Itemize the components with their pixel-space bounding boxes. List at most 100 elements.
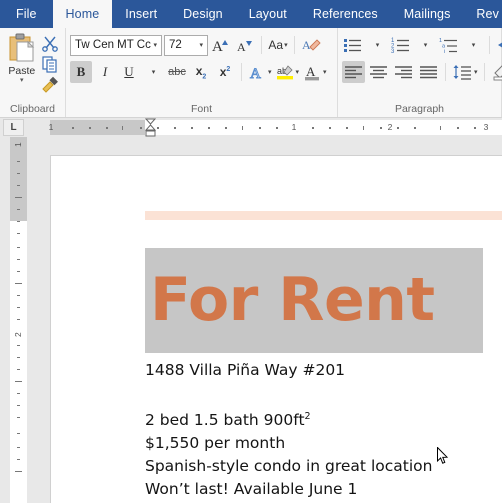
line-spacing-chevron-down-icon[interactable]: ▾ — [474, 68, 478, 76]
paste-icon — [9, 33, 35, 62]
numbering-button[interactable]: 1 2 3 — [390, 34, 412, 56]
italic-button[interactable]: I — [94, 61, 116, 83]
superscript-button[interactable]: x2 — [214, 61, 236, 83]
tab-home[interactable]: Home — [52, 0, 113, 28]
superscript-icon: x2 — [219, 65, 231, 79]
detail-line-3[interactable]: Won’t last! Available June 1 — [145, 478, 432, 501]
ribbon-tab-bar: File Home Insert Design Layout Reference… — [0, 0, 502, 28]
ruler-number-3: 3 — [483, 122, 489, 132]
text-effects-button[interactable]: A ▾ — [247, 61, 273, 83]
shading-icon — [493, 65, 502, 81]
highlight-icon: ab — [276, 65, 293, 80]
detail-line-1[interactable]: $1,550 per month — [145, 432, 432, 455]
detail-line-2[interactable]: Spanish-style condo in great location — [145, 455, 432, 478]
document-workspace[interactable]: 1 2 2 For Rent 1488 Villa Piñ — [0, 137, 502, 503]
bullets-chevron-down-icon[interactable]: ▾ — [376, 41, 380, 49]
align-left-icon — [345, 66, 362, 79]
bold-button[interactable]: B — [70, 61, 92, 83]
subscript-button[interactable]: x2 — [190, 61, 212, 83]
clear-formatting-button[interactable]: A — [300, 34, 322, 56]
document-title[interactable]: For Rent — [150, 248, 435, 353]
align-right-button[interactable] — [392, 61, 415, 83]
change-case-chevron-down-icon[interactable]: ▾ — [284, 41, 288, 49]
paste-button[interactable]: Paste ▾ — [4, 31, 40, 102]
svg-text:i: i — [444, 49, 445, 54]
copy-icon[interactable] — [41, 55, 59, 73]
align-center-button[interactable] — [367, 61, 390, 83]
font-size-chevron-down-icon[interactable]: ▾ — [197, 41, 205, 49]
multilevel-chevron-down-icon[interactable]: ▾ — [472, 41, 476, 49]
document-body[interactable]: 1488 Villa Piña Way #201 2 bed 1.5 bath … — [145, 359, 432, 501]
text-effects-chevron-down-icon[interactable]: ▾ — [268, 68, 272, 76]
indent-marker[interactable] — [144, 118, 157, 137]
text-highlight-button[interactable]: ab ▾ — [275, 61, 301, 83]
ruler-strip[interactable]: 1 1 2 3 — [48, 120, 502, 135]
font-color-button[interactable]: A ▾ — [302, 61, 328, 83]
shrink-font-button[interactable]: A — [234, 34, 256, 56]
italic-label: I — [102, 64, 108, 79]
font-size-combo[interactable]: 72 ▾ — [164, 34, 208, 56]
group-label-clipboard: Clipboard — [10, 103, 55, 115]
shrink-font-icon: A — [237, 40, 252, 54]
decrease-indent-button[interactable] — [495, 34, 502, 56]
detail-text-0: 2 bed 1.5 bath 900ft — [145, 411, 305, 430]
numbering-dropdown[interactable]: ▾ — [414, 34, 436, 56]
align-left-button[interactable] — [342, 61, 365, 83]
tab-mailings[interactable]: Mailings — [391, 0, 464, 28]
tab-insert[interactable]: Insert — [112, 0, 170, 28]
strikethrough-button[interactable]: abc — [166, 61, 188, 83]
document-page[interactable]: For Rent 1488 Villa Piña Way #201 2 bed … — [50, 155, 502, 503]
bullets-button[interactable] — [342, 34, 364, 56]
font-separator-1 — [261, 36, 262, 54]
tab-file[interactable]: File — [0, 0, 53, 28]
multilevel-dropdown[interactable]: ▾ — [462, 34, 484, 56]
tab-design[interactable]: Design — [170, 0, 236, 28]
address-line[interactable]: 1488 Villa Piña Way #201 — [145, 359, 432, 382]
underline-button[interactable]: U — [118, 61, 140, 83]
svg-text:A: A — [237, 40, 246, 54]
horizontal-ruler[interactable]: L 1 1 2 3 — [0, 118, 502, 137]
format-painter-icon[interactable] — [41, 76, 59, 94]
subscript-icon: x2 — [195, 63, 207, 81]
detail-sup-0: 2 — [304, 411, 311, 422]
align-right-icon — [395, 66, 412, 79]
para-separator-1 — [489, 36, 490, 54]
ruler-number-2: 2 — [387, 122, 393, 132]
detail-line-0[interactable]: 2 bed 1.5 bath 900ft2 — [145, 405, 432, 432]
multilevel-list-button[interactable]: 1 a i — [438, 34, 460, 56]
align-center-icon — [370, 66, 387, 79]
numbering-icon: 1 2 3 — [391, 38, 409, 54]
line-spacing-button[interactable]: ▾ — [451, 61, 479, 83]
font-name-combo[interactable]: Tw Cen MT Cc ▾ — [70, 34, 162, 56]
paste-dropdown-arrow[interactable]: ▾ — [20, 77, 24, 84]
bullets-dropdown[interactable]: ▾ — [366, 34, 388, 56]
ruler-number-0: 1 — [48, 122, 54, 132]
justify-button[interactable] — [417, 61, 440, 83]
decrease-indent-icon — [498, 42, 502, 48]
para-separator-2 — [445, 63, 446, 81]
ribbon: Paste ▾ Clipboard Tw Cen MT Cc ▾ 72 ▾ A … — [0, 28, 502, 118]
shading-button[interactable] — [490, 61, 502, 83]
highlight-chevron-down-icon[interactable]: ▾ — [296, 68, 300, 76]
font-name-value: Tw Cen MT Cc — [75, 39, 151, 51]
accent-bar — [145, 211, 502, 220]
svg-text:A: A — [302, 38, 311, 52]
tab-references[interactable]: References — [300, 0, 391, 28]
change-case-button[interactable]: Aa ▾ — [267, 34, 289, 56]
font-color-chevron-down-icon[interactable]: ▾ — [323, 68, 327, 76]
bullets-icon — [344, 39, 361, 52]
numbering-chevron-down-icon[interactable]: ▾ — [424, 41, 428, 49]
group-label-paragraph: Paragraph — [394, 103, 445, 115]
vertical-ruler[interactable]: 1 2 2 — [10, 137, 27, 503]
font-name-chevron-down-icon[interactable]: ▾ — [151, 41, 159, 49]
grow-font-button[interactable]: A — [210, 34, 232, 56]
tab-selector-button[interactable]: L — [3, 119, 24, 136]
scissors-icon[interactable] — [41, 34, 59, 52]
underline-dropdown[interactable]: ▾ — [142, 61, 164, 83]
tab-layout[interactable]: Layout — [236, 0, 300, 28]
bold-label: B — [76, 64, 86, 79]
svg-text:A: A — [306, 64, 316, 79]
underline-chevron-down-icon[interactable]: ▾ — [152, 68, 156, 76]
tab-review[interactable]: Rev — [463, 0, 502, 28]
